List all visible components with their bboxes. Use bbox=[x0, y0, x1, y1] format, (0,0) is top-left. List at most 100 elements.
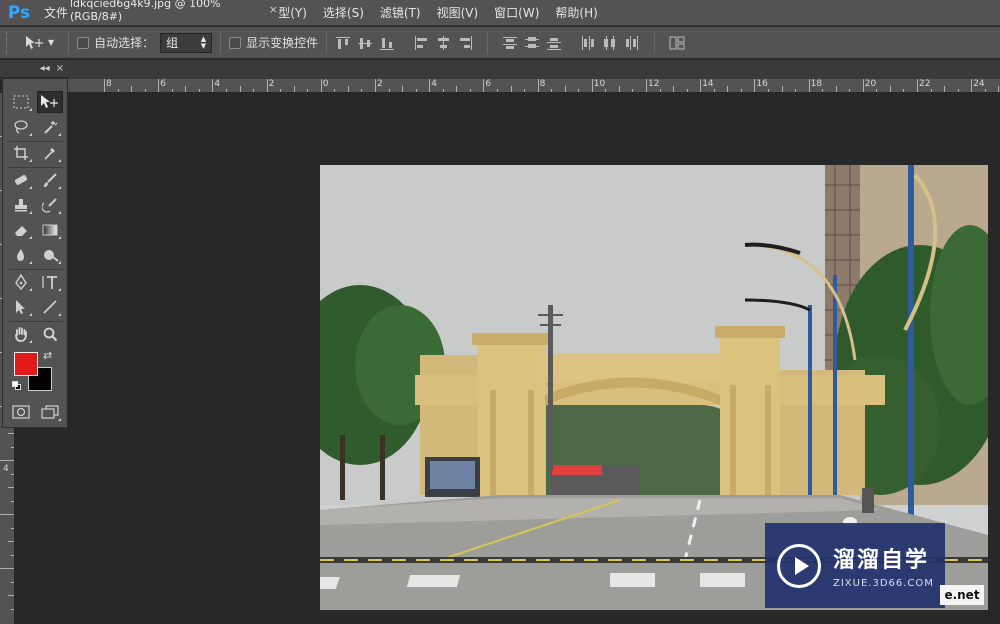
distribute-hcenter-icon[interactable] bbox=[602, 35, 618, 51]
ruler-label: 8 bbox=[539, 79, 546, 89]
eyedropper-tool[interactable] bbox=[37, 142, 63, 164]
history-brush-tool[interactable] bbox=[37, 194, 63, 216]
magnifier-icon bbox=[43, 327, 58, 342]
zoom-tool[interactable] bbox=[37, 323, 63, 345]
default-colors-icon[interactable] bbox=[12, 381, 22, 391]
foreground-color-swatch[interactable] bbox=[14, 352, 38, 376]
ruler-minor-tick bbox=[8, 433, 14, 434]
ruler-label: 24 bbox=[973, 79, 985, 89]
gradient-tool[interactable] bbox=[37, 219, 63, 241]
align-group bbox=[335, 31, 685, 54]
crop-tool[interactable] bbox=[8, 142, 34, 164]
magic-wand-tool[interactable] bbox=[37, 116, 63, 138]
history-brush-icon bbox=[42, 198, 57, 213]
move-tool[interactable] bbox=[37, 91, 63, 113]
ruler-tick bbox=[862, 79, 864, 92]
ruler-tick bbox=[158, 79, 160, 92]
document-tab-title: ldkqcied6g4k9.jpg @ 100%(RGB/8#) bbox=[70, 0, 221, 23]
ruler-minor-tick bbox=[117, 89, 119, 92]
ruler-label: 16 bbox=[756, 79, 768, 89]
distribute-left-icon[interactable] bbox=[580, 35, 596, 51]
line-tool[interactable] bbox=[37, 296, 63, 318]
ruler-minor-tick bbox=[253, 89, 255, 92]
align-right-icon[interactable] bbox=[457, 35, 473, 51]
auto-select-toggle[interactable]: 自动选择： bbox=[77, 34, 154, 51]
ruler-minor-tick bbox=[198, 89, 200, 92]
ruler-minor-tick bbox=[415, 89, 417, 92]
ruler-minor-tick bbox=[673, 86, 675, 92]
align-vcenter-icon[interactable] bbox=[357, 35, 373, 51]
close-panel-icon[interactable]: × bbox=[56, 63, 64, 74]
ruler-minor-tick bbox=[280, 89, 282, 92]
divider bbox=[654, 31, 656, 54]
collapse-panel-icon[interactable]: ◂◂ bbox=[40, 63, 50, 74]
ruler-minor-tick bbox=[740, 89, 742, 92]
ruler-minor-tick bbox=[11, 473, 14, 475]
auto-select-label: 自动选择： bbox=[94, 36, 155, 50]
ruler-minor-tick bbox=[334, 89, 336, 92]
stamp-icon bbox=[15, 199, 27, 212]
ruler-label: 8 bbox=[106, 79, 112, 89]
menu-window[interactable]: 窗口(W) bbox=[486, 0, 547, 26]
eraser-tool[interactable] bbox=[8, 219, 34, 241]
type-tool[interactable] bbox=[37, 271, 63, 293]
ruler-minor-tick bbox=[402, 86, 404, 92]
ruler-minor-tick bbox=[659, 89, 661, 92]
align-top-icon[interactable] bbox=[335, 35, 351, 51]
tool-preset-picker[interactable]: ▼ bbox=[18, 35, 60, 51]
distribute-bottom-icon[interactable] bbox=[546, 35, 562, 51]
ruler-minor-tick bbox=[11, 608, 14, 610]
distribute-top-icon[interactable] bbox=[502, 35, 518, 51]
ruler-minor-tick bbox=[144, 89, 146, 92]
menu-select[interactable]: 选择(S) bbox=[315, 0, 372, 26]
distribute-vcenter-icon[interactable] bbox=[524, 35, 540, 51]
ruler-minor-tick bbox=[632, 89, 634, 92]
lasso-tool[interactable] bbox=[8, 116, 34, 138]
horizontal-ruler[interactable]: 8 6 4 2 0 2 4 6 8 10 12 14 16 18 20 22 24 bbox=[68, 79, 1000, 93]
lasso-icon bbox=[14, 120, 28, 134]
options-bar-grip[interactable] bbox=[6, 31, 12, 54]
ruler-minor-tick bbox=[551, 89, 553, 92]
align-left-icon[interactable] bbox=[413, 35, 429, 51]
healing-brush-tool[interactable] bbox=[8, 169, 34, 191]
ruler-minor-tick bbox=[781, 86, 783, 92]
show-transform-checkbox[interactable] bbox=[229, 36, 242, 49]
move-tool-icon bbox=[26, 35, 43, 49]
blur-tool[interactable] bbox=[8, 244, 34, 266]
auto-align-layers-icon[interactable] bbox=[669, 35, 685, 51]
screen-mode-button[interactable] bbox=[37, 401, 63, 423]
menu-filter[interactable]: 滤镜(T) bbox=[372, 0, 429, 26]
menu-help[interactable]: 帮助(H) bbox=[547, 0, 605, 26]
ruler-minor-tick bbox=[903, 89, 905, 92]
dodge-tool[interactable] bbox=[37, 244, 63, 266]
menu-view[interactable]: 视图(V) bbox=[429, 0, 487, 26]
brush-tool[interactable] bbox=[37, 169, 63, 191]
ruler-minor-tick bbox=[930, 89, 932, 92]
auto-select-checkbox[interactable] bbox=[77, 36, 90, 49]
ruler-minor-tick bbox=[225, 89, 227, 92]
align-bottom-icon[interactable] bbox=[379, 35, 395, 51]
close-icon[interactable]: × bbox=[269, 3, 278, 16]
ruler-minor-tick bbox=[605, 89, 607, 92]
ruler-minor-tick bbox=[456, 86, 458, 92]
auto-select-dropdown[interactable]: 组 ▲ ▼ bbox=[160, 32, 213, 53]
quick-mask-button[interactable] bbox=[8, 401, 34, 423]
swap-colors-icon[interactable]: ⇄ bbox=[43, 349, 52, 362]
photoshop-logo: Ps bbox=[7, 2, 31, 23]
clone-stamp-tool[interactable] bbox=[8, 194, 34, 216]
screen-mode-icon bbox=[41, 405, 59, 419]
pen-tool[interactable] bbox=[8, 271, 34, 293]
hand-tool[interactable] bbox=[8, 323, 34, 345]
watermark-url: ZIXUE.3D66.COM bbox=[833, 578, 934, 589]
ruler-minor-tick bbox=[984, 89, 986, 92]
ruler-minor-tick bbox=[727, 86, 729, 92]
marquee-tool[interactable] bbox=[8, 91, 34, 113]
document-tab[interactable]: ldkqcied6g4k9.jpg @ 100%(RGB/8#) × bbox=[68, 0, 278, 23]
ruler-minor-tick bbox=[889, 86, 891, 92]
align-hcenter-icon[interactable] bbox=[435, 35, 451, 51]
distribute-right-icon[interactable] bbox=[624, 35, 640, 51]
watermark-banner: 溜溜自学 ZIXUE.3D66.COM bbox=[765, 523, 945, 608]
show-transform-toggle[interactable]: 显示变换控件 bbox=[229, 34, 318, 51]
path-selection-tool[interactable] bbox=[8, 296, 34, 318]
ruler-minor-tick bbox=[171, 89, 173, 92]
